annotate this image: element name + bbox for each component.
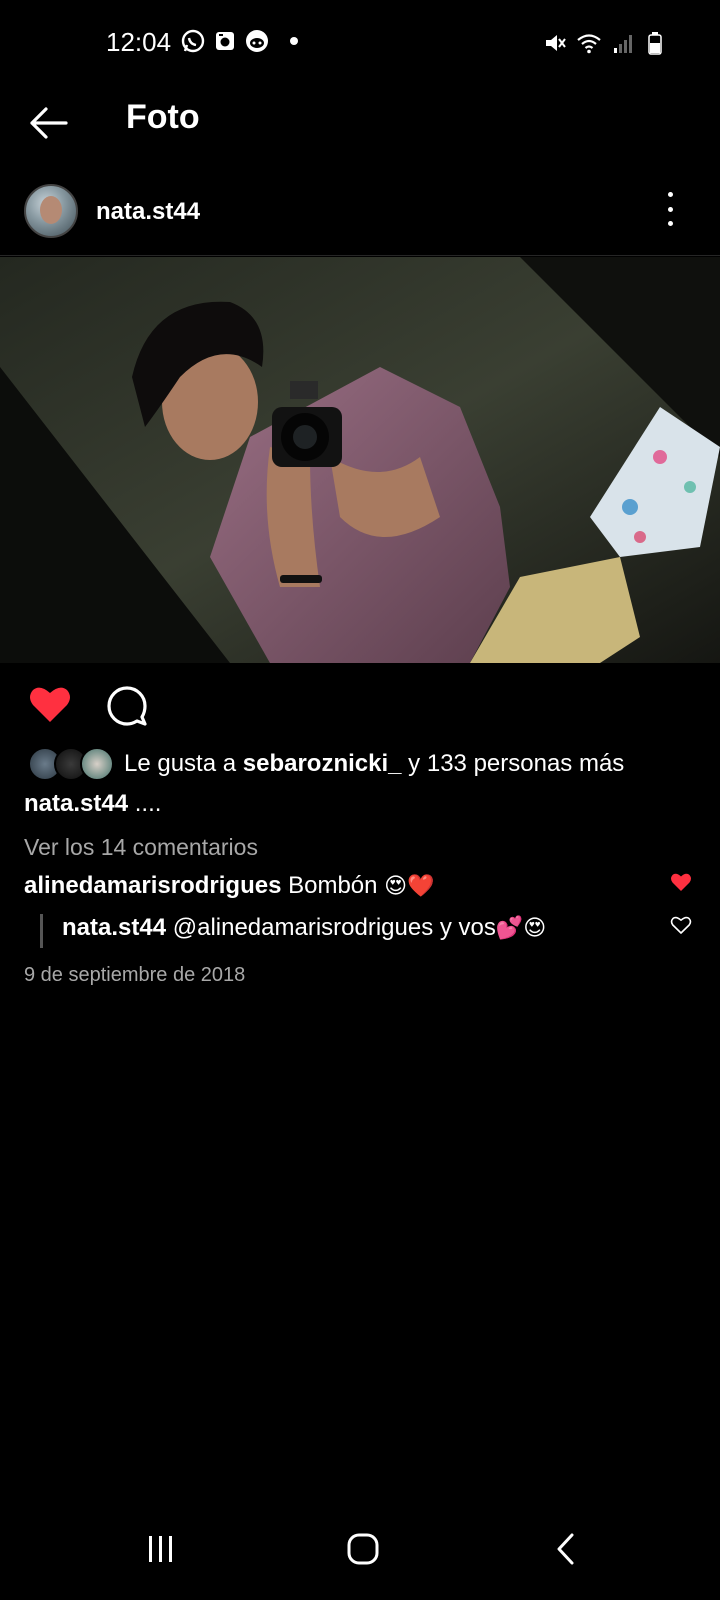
comment-emoji: 😍❤️ <box>384 874 435 899</box>
reply-text: @alinedamarisrodrigues y vos <box>166 914 496 941</box>
heart-filled-icon[interactable] <box>28 684 72 724</box>
caption-username[interactable]: nata.st44 <box>24 790 128 817</box>
comment-heart-filled-icon[interactable] <box>670 872 692 892</box>
comment-item: alinedamarisrodrigues Bombón 😍❤️ <box>24 872 435 900</box>
signal-icon <box>614 35 632 53</box>
system-nav-bar <box>0 1500 720 1600</box>
more-options-icon[interactable] <box>656 192 684 226</box>
reply-thread-line <box>40 914 43 948</box>
caption-text: .... <box>128 790 162 817</box>
likes-text: Le gusta a sebaroznicki_ y 133 personas … <box>124 750 625 777</box>
post-date: 9 de septiembre de 2018 <box>24 964 246 986</box>
liker-avatar <box>80 747 114 781</box>
post-header: nata.st44 <box>0 178 720 256</box>
comment-username[interactable]: alinedamarisrodrigues <box>24 872 281 899</box>
likes-user[interactable]: sebaroznicki_ <box>243 750 402 777</box>
mute-icon <box>546 35 566 51</box>
comment-bubble-icon[interactable] <box>106 684 148 726</box>
notification-icons <box>180 28 298 54</box>
post-photo[interactable] <box>0 257 720 663</box>
user-avatar[interactable] <box>24 184 78 238</box>
comment-heart-outline-icon[interactable] <box>670 915 692 935</box>
system-icons <box>542 30 670 56</box>
status-time: 12:04 <box>106 27 172 57</box>
more-notifications-dot <box>290 37 298 45</box>
reply-username[interactable]: nata.st44 <box>62 914 166 941</box>
home-icon[interactable] <box>346 1532 380 1566</box>
wifi-icon <box>577 34 601 54</box>
photo-image <box>0 257 720 663</box>
back-arrow-icon[interactable] <box>26 100 72 146</box>
recents-icon[interactable] <box>146 1534 176 1564</box>
post-username[interactable]: nata.st44 <box>96 198 200 226</box>
nav-back-icon[interactable] <box>554 1532 578 1566</box>
post-actions <box>0 680 720 730</box>
likes-row[interactable]: Le gusta a sebaroznicki_ y 133 personas … <box>28 746 624 782</box>
camera-app-icon <box>216 32 234 50</box>
view-comments-link[interactable]: Ver los 14 comentarios <box>24 834 258 861</box>
page-title: Foto <box>126 98 200 136</box>
app-header: Foto <box>0 88 720 168</box>
whatsapp-icon <box>181 29 205 53</box>
battery-icon <box>648 32 662 55</box>
caption: nata.st44 .... <box>24 790 161 818</box>
status-bar: 12:04 <box>0 0 720 88</box>
reddit-icon <box>246 30 268 52</box>
reply-item: nata.st44 @alinedamarisrodrigues y vos💕😍 <box>62 914 546 942</box>
comment-text: Bombón <box>281 872 385 899</box>
avatar-face <box>40 196 62 224</box>
reply-emoji: 💕😍 <box>495 916 547 941</box>
liker-avatars <box>28 747 114 781</box>
